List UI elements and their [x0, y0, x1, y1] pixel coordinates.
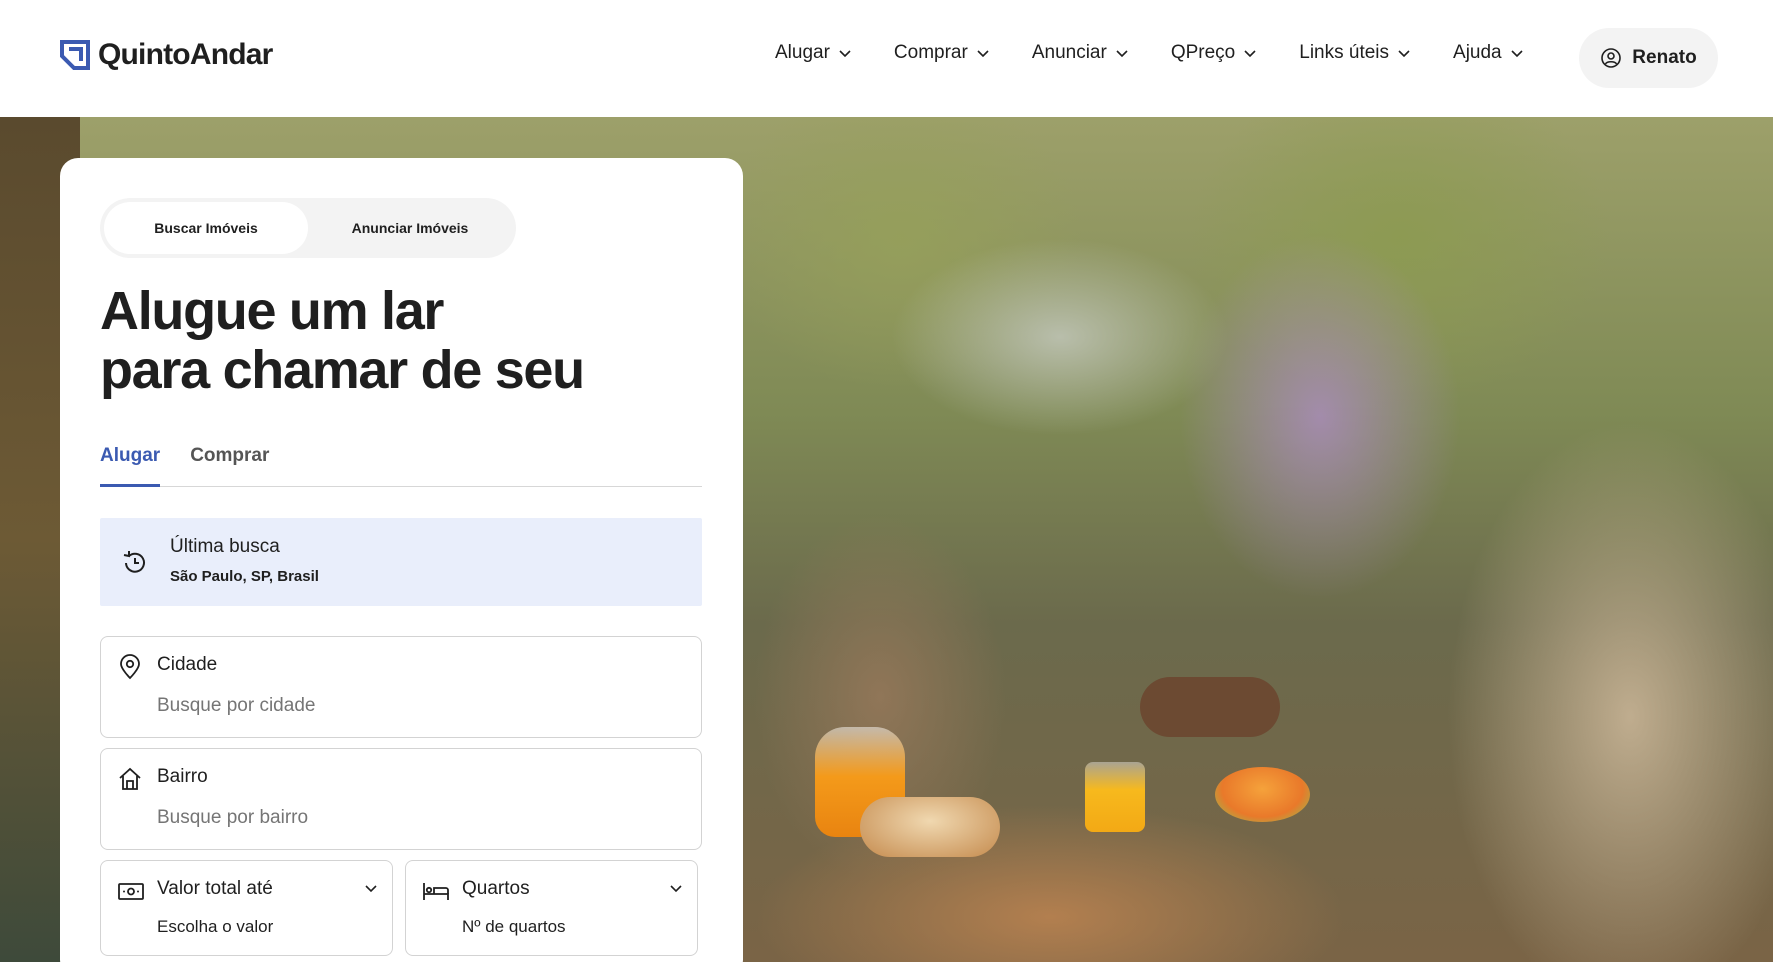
nav-item-qpreco[interactable]: QPreço: [1171, 42, 1257, 64]
tab-comprar[interactable]: Comprar: [190, 445, 299, 487]
price-select-value: Escolha o valor: [157, 917, 274, 936]
hero-photo-arm: [1140, 677, 1280, 737]
quintoandar-logo-icon: [60, 40, 90, 70]
nav-item-links-uteis[interactable]: Links úteis: [1299, 42, 1411, 64]
user-circle-icon: [1601, 48, 1622, 68]
price-select[interactable]: Valor total até Escolha o valor: [100, 860, 393, 956]
nav-item-label: Ajuda: [1453, 42, 1502, 63]
search-type-tabs: Alugar Comprar: [100, 445, 702, 487]
chevron-down-icon: [365, 885, 377, 893]
juice-glass-image: [1085, 762, 1145, 832]
nav-item-comprar[interactable]: Comprar: [894, 42, 990, 64]
buscar-imoveis-button[interactable]: Buscar Imóveis: [104, 202, 308, 254]
headline-line-2: para chamar de seu: [100, 340, 585, 400]
city-field[interactable]: Cidade: [100, 636, 702, 738]
mode-toggle: Buscar Imóveis Anunciar Imóveis: [100, 198, 516, 258]
anunciar-imoveis-button[interactable]: Anunciar Imóveis: [308, 202, 512, 254]
nav-item-alugar[interactable]: Alugar: [775, 42, 852, 64]
neighborhood-field-label: Bairro: [157, 766, 208, 787]
nav-item-anunciar[interactable]: Anunciar: [1032, 42, 1129, 64]
site-header: QuintoAndar Alugar Comprar Anunciar QPre…: [0, 0, 1773, 117]
rooms-select-value: Nº de quartos: [462, 917, 566, 936]
main-nav: Alugar Comprar Anunciar QPreço Links úte…: [775, 42, 1566, 64]
user-menu-button[interactable]: Renato: [1579, 28, 1718, 88]
rooms-select-label: Quartos: [462, 878, 530, 899]
chevron-down-icon: [1244, 50, 1256, 58]
chevron-down-icon: [1398, 50, 1410, 58]
money-icon: [118, 883, 144, 900]
city-input[interactable]: [157, 695, 657, 717]
bread-image: [860, 797, 1000, 857]
nav-item-label: Anunciar: [1031, 42, 1107, 63]
house-icon: [119, 767, 141, 790]
nav-item-ajuda[interactable]: Ajuda: [1453, 42, 1524, 64]
chevron-down-icon: [977, 50, 989, 58]
nav-item-label: Links úteis: [1299, 42, 1390, 63]
rooms-select[interactable]: Quartos Nº de quartos: [405, 860, 698, 956]
price-select-label: Valor total até: [157, 878, 273, 899]
last-search-value: São Paulo, SP, Brasil: [170, 568, 319, 585]
tab-alugar[interactable]: Alugar: [100, 445, 161, 487]
chevron-down-icon: [670, 885, 682, 893]
headline-line-1: Alugue um lar: [100, 281, 444, 341]
last-search-item[interactable]: Última busca São Paulo, SP, Brasil: [100, 518, 702, 606]
chevron-down-icon: [1511, 50, 1523, 58]
chevron-down-icon: [839, 50, 851, 58]
nav-item-label: Alugar: [775, 42, 830, 63]
nav-item-label: QPreço: [1170, 42, 1236, 63]
page-title: Alugue um lar para chamar de seu: [100, 281, 585, 400]
chevron-down-icon: [1116, 50, 1128, 58]
brand-name: QuintoAndar: [98, 38, 273, 71]
last-search-title: Última busca: [170, 536, 280, 557]
neighborhood-field[interactable]: Bairro: [100, 748, 702, 850]
location-pin-icon: [120, 654, 140, 680]
papaya-image: [1215, 767, 1310, 822]
neighborhood-input[interactable]: [157, 807, 657, 829]
bed-icon: [423, 883, 449, 900]
history-icon: [123, 551, 145, 573]
search-card: Buscar Imóveis Anunciar Imóveis Alugue u…: [60, 158, 743, 962]
nav-item-label: Comprar: [893, 42, 968, 63]
user-name: Renato: [1632, 47, 1697, 68]
city-field-label: Cidade: [157, 654, 218, 675]
brand-logo[interactable]: QuintoAndar: [60, 38, 273, 72]
